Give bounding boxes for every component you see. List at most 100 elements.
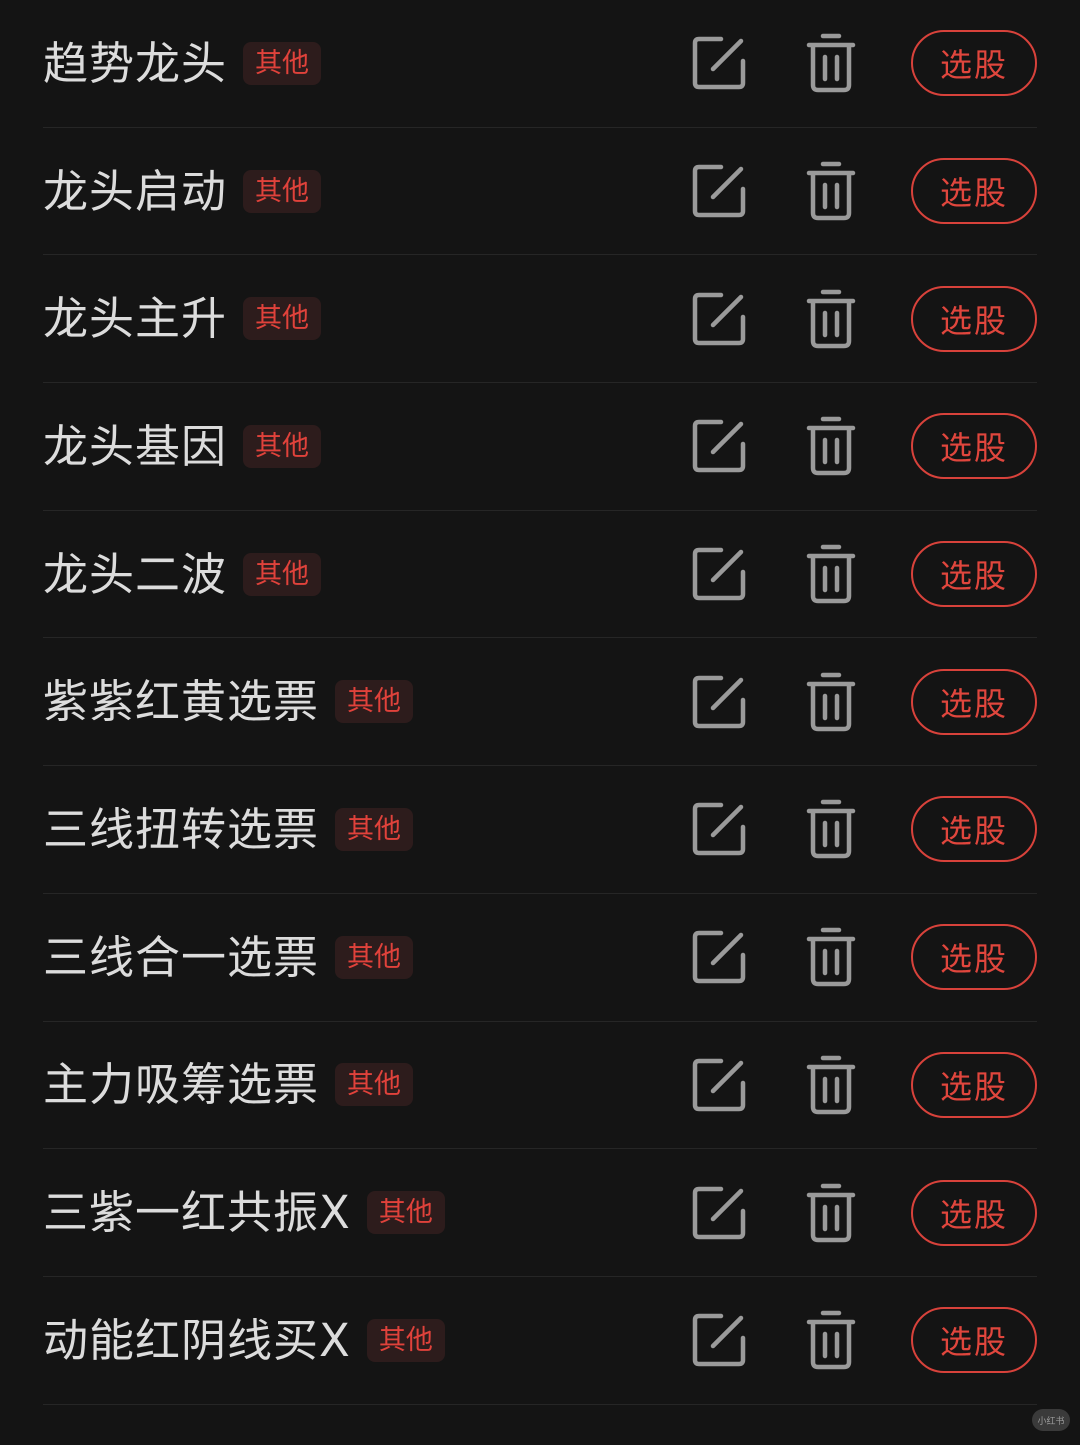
strategy-list: 趋势龙头其他选股龙头启动其他选股龙头主升其他选股龙头基因其他选股龙头二波其他选股… (0, 0, 1080, 1445)
select-stock-button[interactable]: 选股 (911, 924, 1037, 990)
edit-button[interactable] (689, 416, 749, 476)
trash-icon (805, 672, 857, 732)
edit-icon (691, 1312, 747, 1368)
list-item: 趋势龙头其他 选股 (43, 0, 1037, 128)
list-item: 龙头启动其他 选股 (43, 128, 1037, 256)
list-item: 三紫一红共振X 其他 选股 (43, 1149, 1037, 1277)
strategy-name: 动能红阴线买X (43, 1318, 351, 1363)
edit-icon (691, 291, 747, 347)
edit-icon (691, 35, 747, 91)
list-item: 龙头二波其他 选股 (43, 511, 1037, 639)
select-stock-button[interactable]: 选股 (911, 413, 1037, 479)
delete-button[interactable] (801, 161, 861, 221)
trash-icon (805, 927, 857, 987)
edit-icon (691, 1185, 747, 1241)
edit-icon (691, 929, 747, 985)
category-tag: 其他 (335, 936, 413, 979)
trash-icon (805, 33, 857, 93)
strategy-name: 紫紫红黄选票 (43, 679, 319, 724)
select-stock-button[interactable]: 选股 (911, 541, 1037, 607)
select-stock-button[interactable]: 选股 (911, 1307, 1037, 1373)
select-stock-button[interactable]: 选股 (911, 669, 1037, 735)
row-actions: 选股 (689, 128, 1037, 255)
edit-button[interactable] (689, 927, 749, 987)
edit-button[interactable] (689, 33, 749, 93)
list-item: 龙头主升其他 选股 (43, 255, 1037, 383)
category-tag: 其他 (243, 297, 321, 340)
select-stock-button[interactable]: 选股 (911, 158, 1037, 224)
edit-button[interactable] (689, 1183, 749, 1243)
row-actions: 选股 (689, 511, 1037, 638)
edit-button[interactable] (689, 544, 749, 604)
list-item: 主力吸筹选票其他 选股 (43, 1022, 1037, 1150)
trash-icon (805, 1310, 857, 1370)
trash-icon (805, 289, 857, 349)
category-tag: 其他 (335, 1063, 413, 1106)
row-actions: 选股 (689, 1149, 1037, 1276)
row-actions: 选股 (689, 0, 1037, 127)
list-item: 三线合一选票其他 选股 (43, 894, 1037, 1022)
delete-button[interactable] (801, 289, 861, 349)
strategy-name: 龙头二波 (43, 552, 227, 597)
strategy-name: 趋势龙头 (43, 41, 227, 86)
edit-icon (691, 418, 747, 474)
trash-icon (805, 544, 857, 604)
strategy-name: 主力吸筹选票 (43, 1062, 319, 1107)
edit-icon (691, 546, 747, 602)
edit-button[interactable] (689, 1310, 749, 1370)
edit-button[interactable] (689, 289, 749, 349)
delete-button[interactable] (801, 544, 861, 604)
category-tag: 其他 (367, 1191, 445, 1234)
edit-button[interactable] (689, 1055, 749, 1115)
strategy-name: 龙头主升 (43, 296, 227, 341)
list-item: 龙头基因其他 选股 (43, 383, 1037, 511)
category-tag: 其他 (367, 1319, 445, 1362)
row-actions: 选股 (689, 383, 1037, 510)
delete-button[interactable] (801, 672, 861, 732)
strategy-name: 三紫一红共振X (43, 1190, 351, 1235)
edit-button[interactable] (689, 161, 749, 221)
strategy-name: 三线合一选票 (43, 935, 319, 980)
delete-button[interactable] (801, 1310, 861, 1370)
category-tag: 其他 (335, 680, 413, 723)
category-tag: 其他 (335, 808, 413, 851)
trash-icon (805, 416, 857, 476)
delete-button[interactable] (801, 1055, 861, 1115)
delete-button[interactable] (801, 927, 861, 987)
list-item: 三线扭转选票其他 选股 (43, 766, 1037, 894)
watermark: 小红书 (1032, 1409, 1070, 1431)
delete-button[interactable] (801, 33, 861, 93)
row-actions: 选股 (689, 255, 1037, 382)
list-item: 动能红阴线买X 其他 选股 (43, 1277, 1037, 1405)
trash-icon (805, 799, 857, 859)
select-stock-button[interactable]: 选股 (911, 30, 1037, 96)
row-actions: 选股 (689, 894, 1037, 1021)
delete-button[interactable] (801, 1183, 861, 1243)
edit-button[interactable] (689, 672, 749, 732)
row-actions: 选股 (689, 1022, 1037, 1149)
row-actions: 选股 (689, 638, 1037, 765)
select-stock-button[interactable]: 选股 (911, 1180, 1037, 1246)
edit-icon (691, 674, 747, 730)
edit-icon (691, 163, 747, 219)
edit-button[interactable] (689, 799, 749, 859)
edit-icon (691, 801, 747, 857)
category-tag: 其他 (243, 425, 321, 468)
category-tag: 其他 (243, 170, 321, 213)
trash-icon (805, 1183, 857, 1243)
category-tag: 其他 (243, 553, 321, 596)
strategy-name: 三线扭转选票 (43, 807, 319, 852)
select-stock-button[interactable]: 选股 (911, 796, 1037, 862)
delete-button[interactable] (801, 416, 861, 476)
select-stock-button[interactable]: 选股 (911, 286, 1037, 352)
trash-icon (805, 161, 857, 221)
list-item: 紫紫红黄选票其他 选股 (43, 638, 1037, 766)
strategy-name: 龙头基因 (43, 424, 227, 469)
strategy-name: 龙头启动 (43, 169, 227, 214)
delete-button[interactable] (801, 799, 861, 859)
row-actions: 选股 (689, 766, 1037, 893)
trash-icon (805, 1055, 857, 1115)
category-tag: 其他 (243, 42, 321, 85)
select-stock-button[interactable]: 选股 (911, 1052, 1037, 1118)
row-actions: 选股 (689, 1277, 1037, 1404)
